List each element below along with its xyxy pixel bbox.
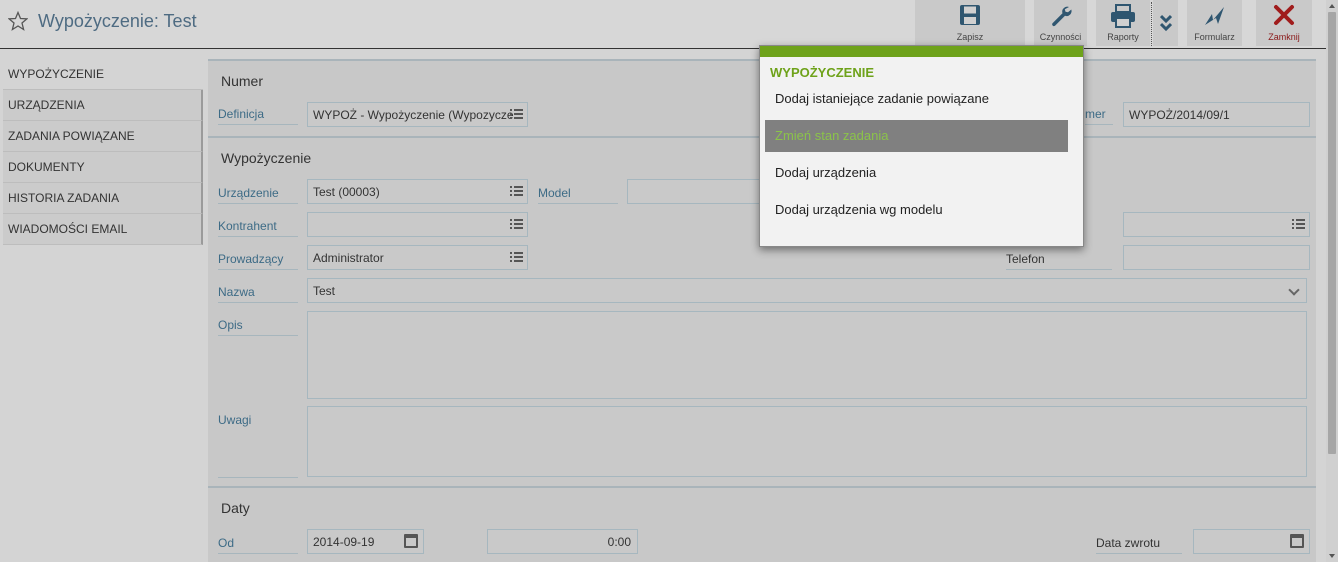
list-icon[interactable]: [510, 109, 523, 120]
calendar-icon[interactable]: [404, 534, 418, 548]
kontakt-field[interactable]: [1123, 212, 1310, 237]
menu-item-add-devices[interactable]: Dodaj urządzenia: [765, 157, 1068, 189]
floppy-disk-icon: [960, 5, 980, 25]
data-zwrotu-label: Data zwrotu: [1096, 528, 1182, 554]
data-zwrotu-field[interactable]: [1193, 529, 1310, 554]
save-label: Zapisz: [956, 32, 984, 42]
od-date-value: 2014-09-19: [313, 535, 375, 549]
actions-dropdown-menu: WYPOŻYCZENIE Dodaj istaniejące zadanie p…: [759, 45, 1084, 247]
reports-button[interactable]: Raporty: [1096, 0, 1150, 46]
actions-button[interactable]: Czynności: [1034, 0, 1087, 46]
star-icon[interactable]: [8, 11, 28, 31]
od-time-field[interactable]: 0:00: [487, 529, 638, 554]
definicja-value: WYPOŻ - Wypożyczenie (Wypozycze: [313, 108, 514, 122]
header: Wypożyczenie: Test Zapisz Czynności Rapo…: [0, 0, 1326, 49]
actions-label: Czynności: [1039, 32, 1082, 42]
telefon-label: Telefon: [1006, 244, 1112, 270]
prowadzacy-field[interactable]: Administrator: [307, 245, 528, 270]
close-icon: [1274, 5, 1294, 25]
prowadzacy-label: Prowadzący: [218, 244, 298, 270]
close-button[interactable]: Zamknij: [1256, 0, 1312, 46]
wrench-icon: [1051, 6, 1072, 27]
numer-label: mer: [1085, 99, 1113, 125]
urzadzenie-label: Urządzenie: [218, 178, 298, 204]
section-title-daty: Daty: [221, 500, 250, 516]
vertical-scrollbar[interactable]: [1326, 0, 1338, 562]
definicja-label: Definicja: [218, 99, 298, 125]
opis-textarea[interactable]: [307, 311, 1307, 399]
nazwa-value: Test: [313, 284, 336, 298]
sidebar-item-wiadomosci-email[interactable]: WIADOMOŚCI EMAIL: [3, 214, 203, 245]
form-label: Formularz: [1194, 32, 1235, 42]
model-label: Model: [538, 178, 618, 204]
scroll-up-arrow-icon[interactable]: [1329, 4, 1335, 8]
model-field[interactable]: [627, 179, 767, 204]
toolbar-separator: [1151, 2, 1152, 46]
prowadzacy-value: Administrator: [313, 251, 384, 265]
urzadzenie-field[interactable]: Test (00003): [307, 179, 528, 204]
section-daty: Daty Od 2014-09-19 0:00 Data zwrotu: [208, 486, 1316, 562]
od-time-value: 0:00: [607, 535, 631, 549]
scrollbar-thumb[interactable]: [1328, 12, 1336, 454]
list-icon[interactable]: [510, 252, 523, 263]
more-dropdown-button[interactable]: [1153, 0, 1178, 46]
sidebar-item-dokumenty[interactable]: DOKUMENTY: [3, 152, 203, 183]
section-title-numer: Numer: [221, 73, 264, 89]
section-title-wypozyczenie: Wypożyczenie: [221, 150, 312, 166]
double-chevron-down-icon: [1159, 14, 1172, 32]
list-icon[interactable]: [510, 219, 523, 230]
od-label: Od: [218, 528, 298, 554]
scroll-down-arrow-icon[interactable]: [1329, 554, 1335, 558]
reports-label: Raporty: [1107, 32, 1139, 42]
page-title: Wypożyczenie: Test: [38, 11, 197, 31]
menu-item-change-task-state[interactable]: Zmień stan zadania: [765, 120, 1068, 152]
nazwa-label: Nazwa: [218, 277, 298, 303]
kontrahent-field[interactable]: [307, 212, 528, 237]
kontrahent-label: Kontrahent: [218, 211, 298, 237]
calendar-icon[interactable]: [1290, 534, 1304, 548]
telefon-field[interactable]: [1123, 245, 1310, 270]
uwagi-textarea[interactable]: [307, 406, 1307, 477]
sidebar-item-wypozyczenie[interactable]: WYPOŻYCZENIE: [3, 59, 203, 90]
opis-label: Opis: [218, 310, 298, 336]
form-button[interactable]: Formularz: [1187, 0, 1242, 46]
nazwa-field[interactable]: Test: [307, 278, 1307, 303]
close-label: Zamknij: [1268, 32, 1300, 42]
menu-item-add-existing-related-task[interactable]: Dodaj istaniejące zadanie powiązane: [765, 83, 1068, 115]
numer-field[interactable]: WYPOŻ/2014/09/1: [1123, 102, 1310, 127]
menu-accent-bar: [760, 46, 1083, 57]
sidebar-item-historia-zadania[interactable]: HISTORIA ZADANIA: [3, 183, 203, 214]
definicja-field[interactable]: WYPOŻ - Wypożyczenie (Wypozycze: [307, 102, 528, 127]
signature-icon: [1204, 7, 1224, 25]
uwagi-label: Uwagi: [218, 405, 298, 478]
list-icon[interactable]: [510, 186, 523, 197]
menu-title: WYPOŻYCZENIE: [770, 65, 875, 80]
list-icon[interactable]: [1292, 219, 1305, 230]
chevron-down-icon[interactable]: [1288, 284, 1300, 296]
printer-icon: [1111, 4, 1135, 28]
menu-item-add-devices-by-model[interactable]: Dodaj urządzenia wg modelu: [765, 194, 1068, 226]
sidebar-item-urzadzenia[interactable]: URZĄDZENIA: [3, 90, 203, 121]
od-date-field[interactable]: 2014-09-19: [307, 529, 424, 554]
sidebar: WYPOŻYCZENIE URZĄDZENIA ZADANIA POWIĄZAN…: [3, 59, 203, 245]
sidebar-item-zadania-powiazane[interactable]: ZADANIA POWIĄZANE: [3, 121, 203, 152]
save-button[interactable]: Zapisz: [915, 0, 1025, 46]
numer-value: WYPOŻ/2014/09/1: [1129, 108, 1230, 122]
urzadzenie-value: Test (00003): [313, 185, 380, 199]
